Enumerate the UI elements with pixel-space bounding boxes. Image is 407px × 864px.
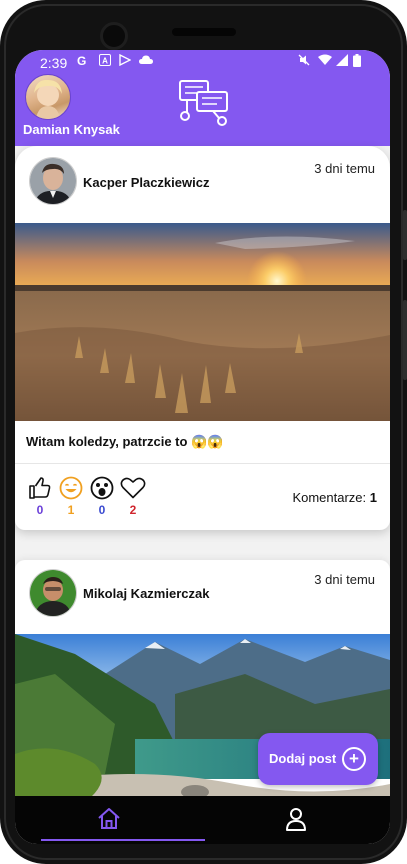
author-name[interactable]: Kacper Placzkiewicz — [83, 175, 209, 190]
nav-profile[interactable] — [283, 806, 309, 832]
post-image[interactable] — [15, 223, 390, 421]
comments-link[interactable]: Komentarze: 1 — [292, 490, 377, 505]
wow-count: 0 — [98, 503, 106, 517]
volume-button — [403, 210, 407, 260]
divider — [15, 463, 390, 464]
mute-icon — [298, 54, 310, 69]
power-button — [403, 300, 407, 380]
plus-circle-icon: + — [342, 747, 366, 771]
status-time: 2:39 — [40, 55, 68, 71]
add-post-label: Dodaj post — [269, 751, 337, 766]
comments-count: 1 — [369, 490, 377, 505]
text-icon: A — [99, 54, 111, 69]
play-store-icon — [119, 53, 132, 69]
love-count: 2 — [129, 503, 137, 517]
wow-reaction[interactable]: 0 — [88, 476, 116, 517]
google-icon: G — [77, 54, 87, 68]
user-avatar[interactable] — [25, 74, 71, 120]
signal-icon — [336, 54, 348, 69]
user-name: Damian Knysak — [23, 122, 120, 137]
heart-icon — [120, 477, 146, 499]
status-bar: 2:39 G A — [15, 50, 390, 76]
phone-frame: 2:39 G A Damian Knysak Kacper Placzkiewi… — [0, 0, 407, 864]
earpiece-speaker — [172, 28, 236, 36]
active-tab-indicator — [41, 839, 205, 841]
thumbs-up-icon — [29, 477, 51, 499]
app-screen: 2:39 G A Damian Knysak Kacper Placzkiewi… — [15, 50, 390, 844]
home-icon — [98, 808, 120, 829]
post-text: Witam koledzy, patrzcie to 😱😱 — [26, 434, 224, 449]
bottom-navigation — [15, 796, 390, 844]
nav-home[interactable] — [96, 806, 122, 832]
add-post-button[interactable]: Dodaj post + — [258, 733, 378, 785]
author-avatar[interactable] — [29, 157, 77, 205]
front-camera — [100, 22, 128, 50]
like-reaction[interactable]: 0 — [26, 476, 54, 517]
post-time: 3 dni temu — [314, 161, 375, 176]
chat-network-icon — [177, 78, 231, 128]
wifi-icon — [318, 54, 332, 69]
laugh-count: 1 — [67, 503, 75, 517]
love-reaction[interactable]: 2 — [119, 476, 147, 517]
profile-icon — [286, 808, 306, 831]
post-card: Kacper Placzkiewicz 3 dni temu Witam kol… — [15, 146, 390, 530]
shocked-face-icon — [90, 476, 114, 500]
post-feed[interactable]: Kacper Placzkiewicz 3 dni temu Witam kol… — [15, 146, 390, 820]
laugh-reaction[interactable]: 1 — [57, 476, 85, 517]
cloud-icon — [139, 54, 153, 69]
post-image[interactable] — [15, 634, 390, 820]
like-count: 0 — [36, 503, 44, 517]
battery-icon — [353, 54, 361, 70]
laughing-face-icon — [59, 476, 83, 500]
author-avatar[interactable] — [29, 569, 77, 617]
author-name[interactable]: Mikolaj Kazmierczak — [83, 586, 209, 601]
comments-label: Komentarze: — [292, 490, 367, 505]
svg-text:A: A — [102, 57, 108, 66]
post-time: 3 dni temu — [314, 572, 375, 587]
